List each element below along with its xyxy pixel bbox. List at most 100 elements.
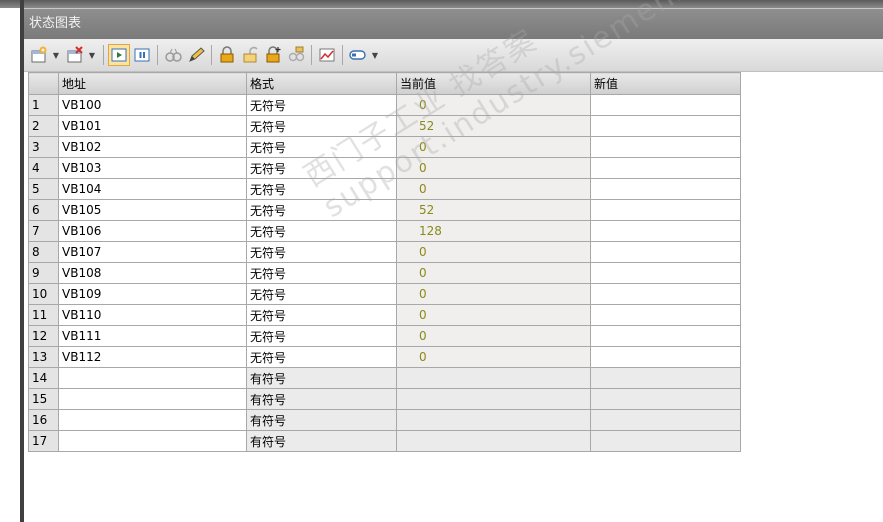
format-cell[interactable]: 无符号	[246, 220, 397, 242]
table-row[interactable]: 11 VB110 无符号 0	[28, 304, 741, 326]
current-value-cell: 0	[396, 346, 591, 368]
new-value-cell[interactable]	[590, 409, 741, 431]
address-cell[interactable]: VB104	[58, 178, 247, 200]
header-address[interactable]: 地址	[58, 72, 247, 95]
address-cell[interactable]: VB102	[58, 136, 247, 158]
format-cell[interactable]: 无符号	[246, 304, 397, 326]
top-strip	[0, 0, 883, 8]
format-cell[interactable]: 无符号	[246, 262, 397, 284]
format-cell[interactable]: 无符号	[246, 199, 397, 221]
force-icon[interactable]	[216, 44, 238, 66]
new-value-cell[interactable]	[590, 199, 741, 221]
address-cell[interactable]	[58, 388, 247, 410]
format-cell[interactable]: 无符号	[246, 283, 397, 305]
format-cell[interactable]: 有符号	[246, 430, 397, 452]
table-row[interactable]: 16 有符号	[28, 409, 741, 431]
table-row[interactable]: 12 VB111 无符号 0	[28, 325, 741, 347]
format-cell[interactable]: 有符号	[246, 409, 397, 431]
table-row[interactable]: 17 有符号	[28, 430, 741, 452]
new-value-cell[interactable]	[590, 241, 741, 263]
table-row[interactable]: 14 有符号	[28, 367, 741, 389]
new-value-cell[interactable]	[590, 94, 741, 116]
address-cell[interactable]: VB101	[58, 115, 247, 137]
format-cell[interactable]: 无符号	[246, 325, 397, 347]
new-value-cell[interactable]	[590, 115, 741, 137]
new-value-cell[interactable]	[590, 304, 741, 326]
table-row[interactable]: 13 VB112 无符号 0	[28, 346, 741, 368]
current-value-cell: 0	[396, 304, 591, 326]
current-value-cell: 0	[396, 157, 591, 179]
new-value-cell[interactable]	[590, 430, 741, 452]
format-cell[interactable]: 无符号	[246, 178, 397, 200]
header-row-number[interactable]	[28, 72, 59, 95]
tag-icon[interactable]	[347, 44, 369, 66]
address-cell[interactable]: VB112	[58, 346, 247, 368]
table-row[interactable]: 9 VB108 无符号 0	[28, 262, 741, 284]
new-value-cell[interactable]	[590, 262, 741, 284]
format-cell[interactable]: 无符号	[246, 115, 397, 137]
unforce-all-icon[interactable]	[262, 44, 284, 66]
table-row[interactable]: 5 VB104 无符号 0	[28, 178, 741, 200]
toolbar-separator	[157, 45, 158, 65]
address-cell[interactable]	[58, 367, 247, 389]
delete-row-icon[interactable]	[64, 44, 86, 66]
table-row[interactable]: 8 VB107 无符号 0	[28, 241, 741, 263]
pause-monitor-icon[interactable]	[131, 44, 153, 66]
format-cell[interactable]: 无符号	[246, 346, 397, 368]
toolbar: ▼ ▼ ▼	[24, 39, 883, 72]
row-number-cell: 13	[28, 346, 59, 368]
format-cell[interactable]: 无符号	[246, 241, 397, 263]
address-cell[interactable]: VB111	[58, 325, 247, 347]
row-number-cell: 12	[28, 325, 59, 347]
tag-dropdown-chevron-icon[interactable]: ▼	[370, 44, 380, 66]
new-value-cell[interactable]	[590, 136, 741, 158]
format-cell[interactable]: 无符号	[246, 157, 397, 179]
address-cell[interactable]: VB105	[58, 199, 247, 221]
table-row[interactable]: 6 VB105 无符号 52	[28, 199, 741, 221]
table-row[interactable]: 2 VB101 无符号 52	[28, 115, 741, 137]
new-value-cell[interactable]	[590, 178, 741, 200]
write-icon[interactable]	[185, 44, 207, 66]
table-row[interactable]: 1 VB100 无符号 0	[28, 94, 741, 116]
address-cell[interactable]: VB107	[58, 241, 247, 263]
row-number-cell: 14	[28, 367, 59, 389]
unforce-icon[interactable]	[239, 44, 261, 66]
address-cell[interactable]	[58, 430, 247, 452]
table-row[interactable]: 10 VB109 无符号 0	[28, 283, 741, 305]
new-value-cell[interactable]	[590, 367, 741, 389]
address-cell[interactable]: VB100	[58, 94, 247, 116]
format-cell[interactable]: 无符号	[246, 94, 397, 116]
read-icon[interactable]	[162, 44, 184, 66]
table-row[interactable]: 15 有符号	[28, 388, 741, 410]
toolbar-separator	[103, 45, 104, 65]
address-cell[interactable]: VB109	[58, 283, 247, 305]
trend-view-icon[interactable]	[316, 44, 338, 66]
table-row[interactable]: 3 VB102 无符号 0	[28, 136, 741, 158]
new-value-cell[interactable]	[590, 157, 741, 179]
address-cell[interactable]: VB103	[58, 157, 247, 179]
toolbar-separator	[342, 45, 343, 65]
current-value-cell: 52	[396, 199, 591, 221]
delete-dropdown-chevron-icon[interactable]: ▼	[87, 44, 97, 66]
new-value-cell[interactable]	[590, 346, 741, 368]
table-row[interactable]: 7 VB106 无符号 128	[28, 220, 741, 242]
new-value-cell[interactable]	[590, 325, 741, 347]
address-cell[interactable]: VB106	[58, 220, 247, 242]
new-value-cell[interactable]	[590, 388, 741, 410]
header-new-value[interactable]: 新值	[590, 72, 741, 95]
address-cell[interactable]: VB108	[58, 262, 247, 284]
header-format[interactable]: 格式	[246, 72, 397, 95]
insert-row-icon[interactable]	[28, 44, 50, 66]
address-cell[interactable]: VB110	[58, 304, 247, 326]
format-cell[interactable]: 有符号	[246, 367, 397, 389]
read-forced-icon[interactable]	[285, 44, 307, 66]
format-cell[interactable]: 无符号	[246, 136, 397, 158]
format-cell[interactable]: 有符号	[246, 388, 397, 410]
header-current-value[interactable]: 当前值	[396, 72, 591, 95]
new-value-cell[interactable]	[590, 283, 741, 305]
start-monitor-icon[interactable]	[108, 44, 130, 66]
address-cell[interactable]	[58, 409, 247, 431]
new-value-cell[interactable]	[590, 220, 741, 242]
insert-dropdown-chevron-icon[interactable]: ▼	[51, 44, 61, 66]
table-row[interactable]: 4 VB103 无符号 0	[28, 157, 741, 179]
